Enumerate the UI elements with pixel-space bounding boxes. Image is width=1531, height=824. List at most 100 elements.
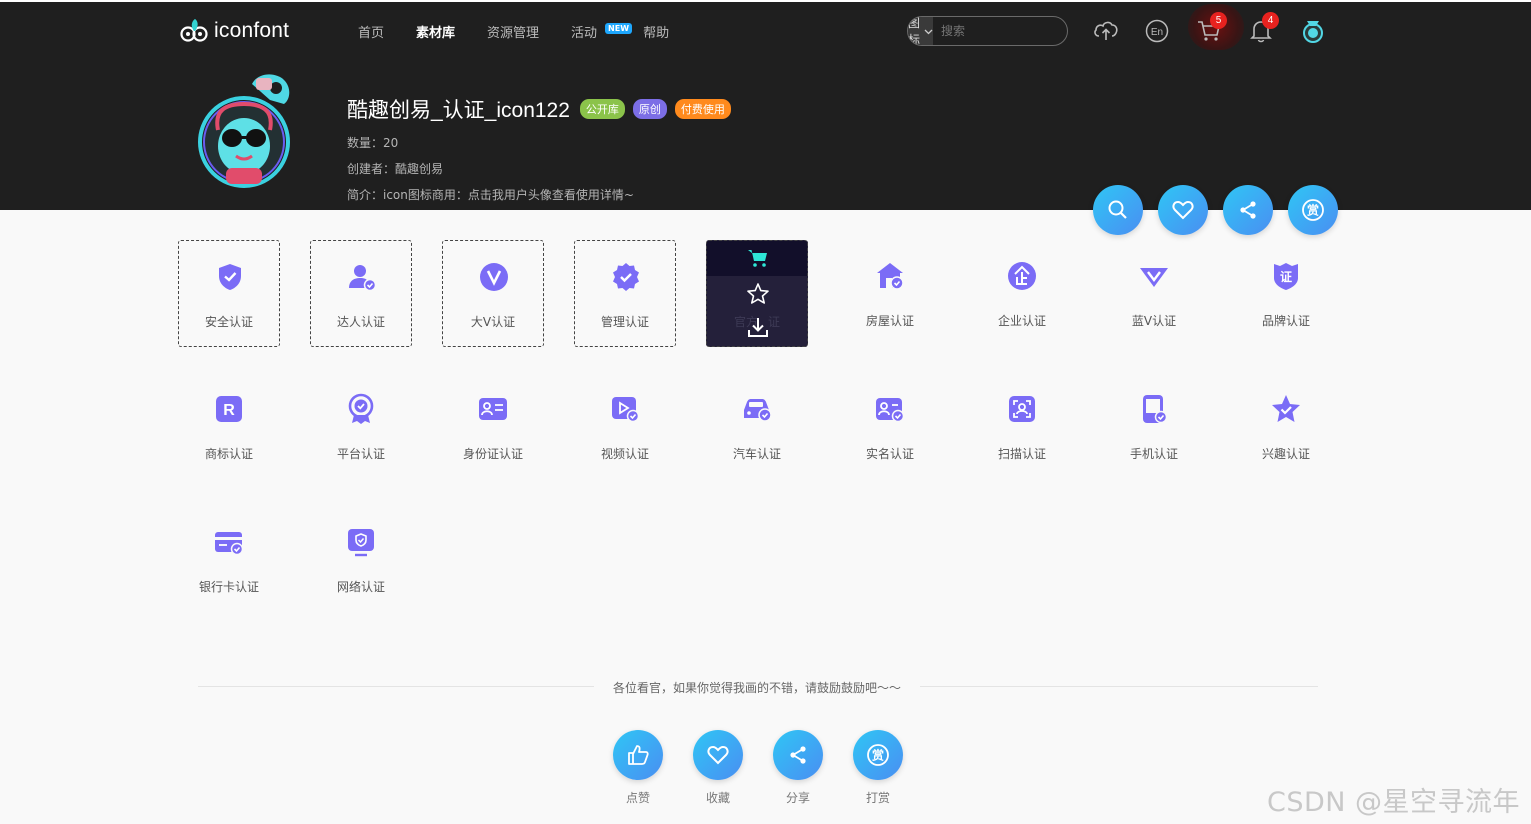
icon-card-realname[interactable]: 实名认证	[839, 373, 941, 480]
main-nav: 首页 素材库 资源管理 活动 NEW 帮助	[358, 22, 701, 41]
icon-label: 手机认证	[1129, 447, 1178, 461]
user-avatar[interactable]	[1300, 18, 1326, 44]
blue-v-icon	[1140, 268, 1168, 287]
house-check-icon	[877, 263, 904, 290]
icon-card-brand[interactable]: 证 品牌认证	[1235, 240, 1337, 347]
nav-home[interactable]: 首页	[358, 22, 384, 41]
search-box: 图标	[907, 16, 1068, 46]
icon-card-network[interactable]: 网络认证	[310, 506, 412, 613]
icon-label: 房屋认证	[865, 314, 914, 328]
share-label: 分享	[785, 791, 810, 805]
icon-card-id[interactable]: 身份证认证	[442, 373, 544, 480]
enterprise-icon	[1008, 262, 1036, 290]
icon-label: 品牌认证	[1261, 314, 1310, 328]
icon-card-trademark[interactable]: R 商标认证	[178, 373, 280, 480]
icon-card-enterprise[interactable]: 企业认证	[971, 240, 1073, 347]
project-title: 酷趣创易_认证_icon122	[347, 99, 570, 122]
collect-button[interactable]: 收藏	[693, 730, 743, 806]
like-label: 点赞	[625, 791, 650, 805]
icon-card-big-v[interactable]: 大V认证	[442, 240, 544, 347]
icon-label: 兴趣认证	[1261, 447, 1310, 461]
bell-icon[interactable]: 4	[1248, 12, 1279, 44]
icon-label: 安全认证	[204, 315, 253, 329]
divider-left	[198, 686, 594, 687]
star-collect-icon[interactable]	[746, 282, 770, 310]
icon-label: 视频认证	[600, 447, 649, 461]
icon-card-scan[interactable]: 扫描认证	[971, 373, 1073, 480]
phone-check-icon	[1143, 395, 1168, 424]
download-icon[interactable]	[746, 316, 770, 342]
share-project-button[interactable]	[1223, 185, 1273, 235]
icon-card-security[interactable]: 安全认证	[178, 240, 280, 347]
tag-original: 原创	[632, 99, 667, 119]
nav-activity[interactable]: 活动 NEW	[571, 22, 633, 41]
logo[interactable]: iconfont	[180, 18, 289, 44]
trademark-r-icon: R	[216, 396, 242, 422]
icon-card-bank-card[interactable]: 银行卡认证	[178, 506, 280, 613]
svg-text:R: R	[223, 402, 235, 419]
like-fab[interactable]	[613, 730, 663, 780]
logo-text: iconfont	[214, 19, 290, 42]
share-icon	[1240, 201, 1256, 219]
cart-count-badge: 5	[1210, 12, 1227, 29]
share-fab[interactable]	[773, 730, 823, 780]
reward-project-button[interactable]: 赏	[1288, 185, 1338, 235]
icon-label: 商标认证	[204, 447, 253, 461]
collect-label: 收藏	[705, 791, 730, 805]
cart-icon[interactable]: 5	[1196, 12, 1227, 44]
icon-card-interest[interactable]: 兴趣认证	[1235, 373, 1337, 480]
icon-card-car[interactable]: 汽车认证	[706, 373, 808, 480]
icon-label: 蓝V认证	[1131, 314, 1177, 328]
search-input[interactable]	[933, 17, 1067, 45]
reward-glyph: 赏	[872, 748, 884, 763]
reward-fab[interactable]: 赏	[853, 730, 903, 780]
heart-icon	[1172, 200, 1194, 220]
platform-medal-icon	[348, 393, 374, 424]
reward-button[interactable]: 赏 打赏	[853, 730, 903, 806]
favorite-project-button[interactable]	[1158, 185, 1208, 235]
icon-card-admin[interactable]: 管理认证	[574, 240, 676, 347]
project-intro: 简介：icon图标商用：点击我用户头像查看使用详情~	[347, 188, 634, 202]
share-button[interactable]: 分享	[773, 730, 823, 806]
icon-card-house[interactable]: 房屋认证	[839, 240, 941, 347]
new-badge: NEW	[605, 23, 633, 34]
icon-card-blue-v[interactable]: 蓝V认证	[1103, 240, 1205, 347]
language-icon[interactable]: En	[1144, 18, 1170, 44]
nav-resource[interactable]: 资源管理	[487, 22, 539, 41]
id-card-icon	[479, 398, 507, 420]
search-type-select[interactable]: 图标	[908, 17, 934, 45]
project-count: 数量：20	[347, 136, 399, 150]
reward-icon: 赏	[867, 744, 889, 766]
car-check-icon	[744, 399, 772, 422]
project-creator[interactable]: 创建者：酷趣创易	[347, 160, 443, 177]
icon-card-official-hovered[interactable]: 官方证	[706, 240, 808, 347]
project-avatar[interactable]	[196, 70, 296, 188]
icon-label: 大V认证	[470, 315, 516, 329]
scan-face-icon	[1009, 396, 1035, 422]
search-project-button[interactable]	[1093, 185, 1143, 235]
nav-help[interactable]: 帮助	[643, 22, 669, 41]
nav-material[interactable]: 素材库	[416, 22, 455, 41]
icon-label: 企业认证	[997, 314, 1046, 328]
icon-card-video[interactable]: 视频认证	[574, 373, 676, 480]
bank-card-icon	[215, 532, 244, 556]
like-button[interactable]: 点赞	[613, 730, 663, 806]
iconfont-logo-icon	[180, 18, 210, 44]
tag-paid: 付费使用	[674, 99, 731, 119]
project-action-buttons: 赏	[1093, 185, 1338, 235]
tag-public: 公开库	[579, 99, 625, 119]
icon-card-phone[interactable]: 手机认证	[1103, 373, 1205, 480]
collect-fab[interactable]	[693, 730, 743, 780]
reward-icon: 赏	[1302, 199, 1324, 221]
icon-label: 网络认证	[336, 580, 385, 594]
add-to-cart-icon[interactable]	[747, 248, 769, 272]
brand-certificate-icon: 证	[1274, 263, 1298, 290]
icon-card-platform[interactable]: 平台认证	[310, 373, 412, 480]
reward-glyph: 赏	[1307, 203, 1319, 218]
icon-card-expert[interactable]: 达人认证	[310, 240, 412, 347]
upload-icon[interactable]	[1093, 18, 1119, 44]
share-icon	[790, 746, 806, 764]
icon-label: 银行卡认证	[198, 580, 259, 594]
nav-activity-label: 活动	[571, 26, 598, 41]
watermark: CSDN @星空寻流年	[1267, 787, 1521, 818]
